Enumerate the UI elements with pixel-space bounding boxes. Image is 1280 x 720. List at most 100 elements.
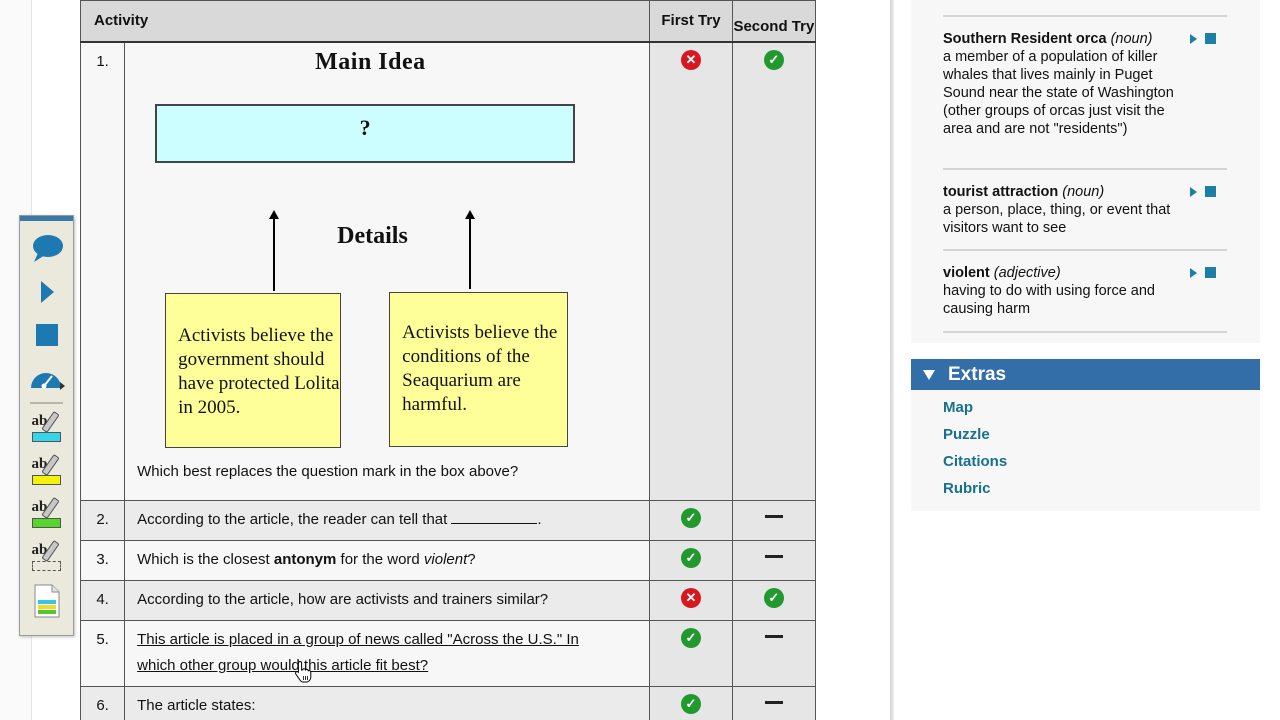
- stop-icon[interactable]: [1205, 267, 1216, 278]
- glossary-part-of-speech: (adjective): [993, 265, 1061, 281]
- question-text[interactable]: Which best replaces the question mark in…: [137, 463, 637, 490]
- question-cell[interactable]: Which is the closest antonym for the wor…: [124, 540, 651, 581]
- header-second-try: Second Try: [731, 0, 817, 43]
- check-circle-icon: ✓: [763, 49, 784, 70]
- highlight-summary-icon: [34, 584, 59, 617]
- table-row[interactable]: 2. According to the article, the reader …: [79, 500, 817, 541]
- header-first-try: First Try: [649, 0, 733, 43]
- first-try-cell: ✕: [649, 41, 733, 501]
- play-icon[interactable]: [1190, 186, 1197, 197]
- question-link[interactable]: This article is placed in a group of new…: [137, 627, 607, 679]
- second-try-cell: [731, 540, 817, 581]
- highlighter-green-icon: ab: [31, 496, 63, 533]
- glossary-word: tourist attraction: [943, 184, 1059, 200]
- play-icon[interactable]: [1190, 33, 1197, 44]
- table-header-row: Activity First Try Second Try: [79, 0, 817, 43]
- detail-box: Activists believe the government should …: [165, 292, 342, 448]
- question-cell[interactable]: The article states:: [124, 686, 651, 720]
- highlighter-yellow-icon: ab: [31, 453, 63, 490]
- main-idea-diagram: Main Idea ? Details Activists believe th…: [137, 43, 637, 463]
- glossary-audio-controls: [1190, 33, 1216, 44]
- question-number: 1.: [79, 41, 126, 501]
- extras-panel: Extras Map Puzzle Citations Rubric: [911, 359, 1260, 511]
- extras-link-rubric[interactable]: Rubric: [943, 475, 1260, 502]
- glossary-divider: [943, 331, 1227, 333]
- question-number: 2.: [79, 500, 126, 541]
- table-row[interactable]: 3. Which is the closest antonym for the …: [79, 540, 817, 581]
- question-text[interactable]: The article states:: [137, 697, 255, 714]
- question-text-italic: violent: [423, 551, 468, 568]
- question-number: 5.: [79, 620, 126, 687]
- question-text-mid: for the word: [336, 551, 424, 568]
- stop-icon[interactable]: [1205, 33, 1216, 44]
- dash-icon: [764, 515, 783, 518]
- clear-highlight-button[interactable]: ab: [20, 536, 73, 579]
- second-try-cell: [731, 500, 817, 541]
- stop-button[interactable]: [20, 313, 73, 356]
- extras-link-puzzle[interactable]: Puzzle: [943, 421, 1260, 448]
- check-circle-icon: ✓: [763, 588, 784, 608]
- answer-blank: [451, 510, 538, 524]
- main-idea-box: ?: [155, 103, 576, 163]
- x-circle-icon: ✕: [680, 49, 701, 70]
- dash-icon: [764, 555, 783, 558]
- speech-bubble-icon: [32, 234, 63, 262]
- table-row[interactable]: 4. According to the article, how are act…: [79, 580, 817, 621]
- question-number: 6.: [79, 686, 126, 720]
- question-text[interactable]: According to the article, the reader can…: [137, 511, 447, 528]
- speed-gauge-icon: [30, 372, 65, 390]
- check-circle-icon: ✓: [680, 694, 701, 714]
- table-row[interactable]: 5. This article is placed in a group of …: [79, 620, 817, 687]
- play-icon: [40, 280, 54, 303]
- question-text[interactable]: According to the article, how are activi…: [137, 591, 548, 608]
- check-circle-icon: ✓: [680, 628, 701, 648]
- highlight-blue-button[interactable]: ab: [20, 407, 73, 450]
- activity-table: Activity First Try Second Try 1. Main Id…: [79, 0, 817, 720]
- question-text-post: ?: [467, 551, 476, 568]
- extras-links: Map Puzzle Citations Rubric: [911, 390, 1260, 502]
- first-try-cell: ✓: [649, 620, 733, 687]
- table-row[interactable]: 1. Main Idea ? Details Activists believe…: [79, 41, 817, 501]
- glossary-part-of-speech: (noun): [1110, 31, 1153, 47]
- highlight-yellow-button[interactable]: ab: [20, 450, 73, 493]
- arrow-up-icon: [465, 209, 476, 289]
- question-cell[interactable]: Main Idea ? Details Activists believe th…: [124, 41, 651, 501]
- question-text[interactable]: Which is the closest antonym for the wor…: [137, 551, 475, 568]
- highlight-summary-button[interactable]: [20, 579, 73, 622]
- extras-title: Extras: [948, 363, 1007, 385]
- read-aloud-button[interactable]: [20, 227, 73, 270]
- question-cell[interactable]: According to the article, the reader can…: [124, 500, 651, 541]
- first-try-cell: ✓: [649, 686, 733, 720]
- dash-icon: [764, 635, 783, 638]
- arrow-up-icon: [269, 209, 280, 291]
- extras-link-map[interactable]: Map: [943, 394, 1260, 421]
- extras-toggle[interactable]: Extras: [911, 359, 1260, 390]
- diagram-title: Main Idea: [315, 48, 426, 75]
- question-cell[interactable]: This article is placed in a group of new…: [124, 620, 651, 687]
- highlight-green-button[interactable]: ab: [20, 493, 73, 536]
- second-try-cell: ✓: [731, 41, 817, 501]
- glossary-audio-controls: [1190, 267, 1216, 278]
- details-label: Details: [337, 222, 408, 249]
- x-circle-icon: ✕: [680, 588, 701, 608]
- question-cell[interactable]: According to the article, how are activi…: [124, 580, 651, 621]
- glossary-audio-controls: [1190, 186, 1216, 197]
- first-try-cell: ✕: [649, 580, 733, 621]
- extras-link-citations[interactable]: Citations: [943, 448, 1260, 475]
- speed-button[interactable]: [20, 356, 73, 399]
- stop-icon[interactable]: [1205, 186, 1216, 197]
- second-try-cell: [731, 620, 817, 687]
- question-suffix: .: [537, 511, 542, 528]
- first-try-cell: ✓: [649, 540, 733, 581]
- eraser-highlight-icon: ab: [31, 539, 63, 576]
- play-icon[interactable]: [1190, 267, 1197, 278]
- toolbar-drag-handle[interactable]: [20, 216, 73, 221]
- table-row[interactable]: 6. The article states: ✓: [79, 686, 817, 720]
- question-text-pre: Which is the closest: [137, 551, 274, 568]
- glossary-entry: Southern Resident orca (noun) a member o…: [943, 30, 1183, 138]
- glossary-entry: tourist attraction (noun) a person, plac…: [943, 183, 1183, 237]
- glossary-word: violent: [943, 265, 990, 281]
- check-circle-icon: ✓: [680, 508, 701, 528]
- play-button[interactable]: [20, 270, 73, 313]
- second-try-cell: ✓: [731, 580, 817, 621]
